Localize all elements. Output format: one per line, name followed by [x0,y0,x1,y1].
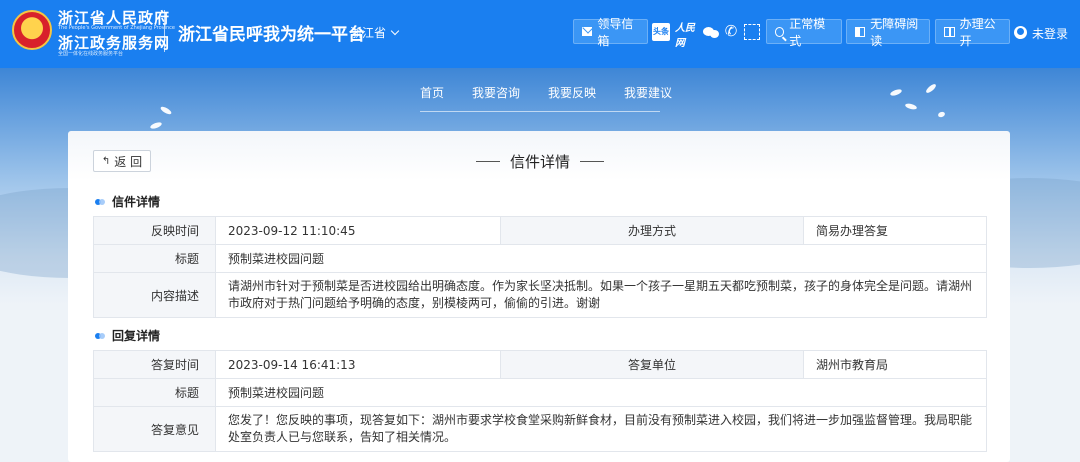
method-label: 办理方式 [499,216,805,245]
nav-consult[interactable]: 我要咨询 [472,84,520,101]
bird-icon [159,105,173,116]
bird-icon [149,121,163,130]
office-public-label: 办理公开 [959,16,996,48]
search-icon [775,26,785,37]
section-dot-icon [95,332,105,339]
time-label: 反映时间 [93,216,216,245]
reply-time-label: 答复时间 [93,350,216,379]
content-label: 内容描述 [93,272,216,318]
top-bar: 浙江省人民政府 The People's Government of Zheji… [0,0,1080,68]
region-selector[interactable]: 浙江省 [350,24,400,41]
accessible-reading-label: 无障碍阅读 [870,16,919,48]
leader-mailbox-button[interactable]: 领导信箱 [573,17,648,48]
service-tagline: 全国一体化在线政务服务平台 [58,51,124,57]
back-arrow-icon: ↰ [101,155,111,167]
scan-icon[interactable] [744,24,760,40]
nav-home[interactable]: 首页 [420,84,444,101]
reply-subject-value: 预制菜进校园问题 [214,378,988,407]
login-link[interactable]: 未登录 [1032,25,1068,42]
nav-suggest[interactable]: 我要建议 [624,84,672,101]
region-label: 浙江省 [350,26,387,40]
table-row: 标题 预制菜进校园问题 [93,244,988,273]
open-book-icon [944,26,955,37]
table-row: 标题 预制菜进校园问题 [93,378,988,407]
phone-icon[interactable]: ✆ [723,21,739,41]
national-emblem-icon [12,10,52,50]
letter-section-title: 信件详情 [112,195,161,209]
leader-mailbox-label: 领导信箱 [597,16,634,48]
table-row: 答复意见 您发了！您反映的事项，现答复如下：湖州市要求学校食堂采购新鲜食材，目前… [93,406,988,452]
mail-icon [582,27,593,36]
header-divider [164,10,165,52]
bird-icon [924,82,938,95]
subject-label: 标题 [93,244,216,273]
page-title: 信件详情 [476,151,604,172]
gov-name-en: The People's Government of Zhejiang Prov… [58,25,175,31]
normal-mode-label: 正常模式 [789,16,826,48]
table-row: 内容描述 请湖州市针对于预制菜是否进校园给出明确态度。作为家长坚决抵制。如果一个… [93,272,988,318]
reply-table: 答复时间 2023-09-14 16:41:13 答复单位 湖州市教育局 标题 … [93,350,988,452]
nav-underline [420,111,660,112]
letter-table: 反映时间 2023-09-12 11:10:45 办理方式 简易办理答复 标题 … [93,216,988,318]
user-icon[interactable] [1014,26,1027,39]
wechat-icon[interactable] [700,21,719,41]
bird-icon [937,110,946,119]
renminwang-icon[interactable]: 人民网 [675,23,697,49]
main-nav: 首页 我要咨询 我要反映 我要建议 [420,84,672,101]
bird-icon [904,102,918,111]
section-dot-icon [95,198,105,205]
reply-opinion-value: 您发了！您反映的事项，现答复如下：湖州市要求学校食堂采购新鲜食材，目前没有预制菜… [214,406,988,452]
toutiao-icon[interactable]: 头条 [652,23,670,41]
office-public-button[interactable]: 办理公开 [935,17,1010,48]
back-button[interactable]: ↰ 返 回 [93,150,151,172]
normal-mode-button[interactable]: 正常模式 [766,17,842,48]
accessible-reading-button[interactable]: 无障碍阅读 [846,17,930,48]
nav-report[interactable]: 我要反映 [548,84,596,101]
letter-section-heading: 信件详情 [95,193,160,210]
reply-section-heading: 回复详情 [95,327,160,344]
time-value: 2023-09-12 11:10:45 [215,216,501,245]
back-label: 返 回 [114,154,143,169]
reply-subject-label: 标题 [93,378,216,407]
chevron-down-icon [390,26,400,35]
table-row: 反映时间 2023-09-12 11:10:45 办理方式 简易办理答复 [93,216,988,245]
reply-time-value: 2023-09-14 16:41:13 [215,350,501,379]
bird-icon [889,88,903,97]
platform-title[interactable]: 浙江省民呼我为统一平台 [178,20,365,45]
reply-unit-value: 湖州市教育局 [803,350,988,379]
subject-value: 预制菜进校园问题 [214,244,988,273]
content-value: 请湖州市针对于预制菜是否进校园给出明确态度。作为家长坚决抵制。如果一个孩子一星期… [214,272,988,318]
reply-section-title: 回复详情 [112,329,161,343]
table-row: 答复时间 2023-09-14 16:41:13 答复单位 湖州市教育局 [93,350,988,379]
book-icon [855,26,866,37]
reply-unit-label: 答复单位 [499,350,805,379]
method-value: 简易办理答复 [803,216,988,245]
reply-opinion-label: 答复意见 [93,406,216,452]
